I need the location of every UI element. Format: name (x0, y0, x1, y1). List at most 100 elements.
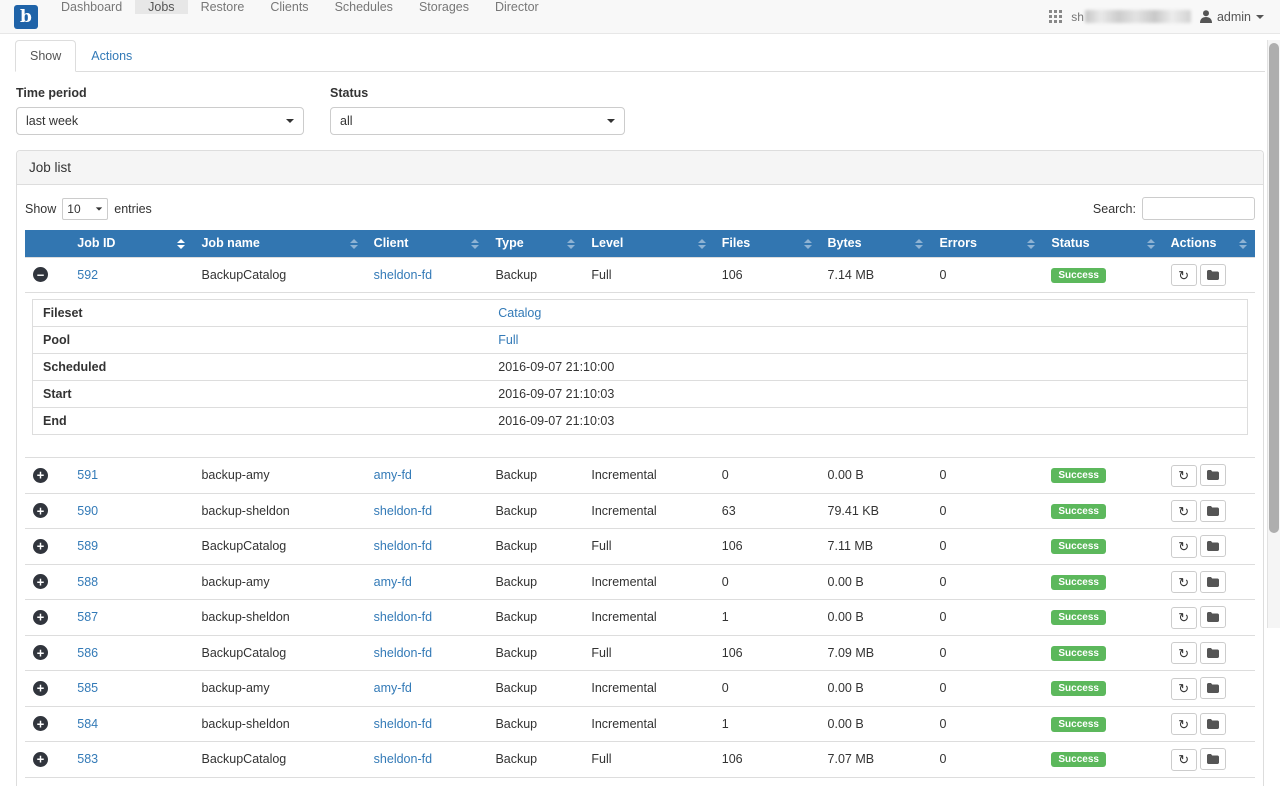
job-id-link[interactable]: 588 (77, 575, 98, 589)
job-id-link[interactable]: 583 (77, 752, 98, 766)
expand-cell: + (25, 600, 69, 636)
column-header-errors[interactable]: Errors (931, 230, 1043, 257)
status-select[interactable]: all (330, 107, 625, 135)
job-files-button[interactable] (1200, 606, 1226, 628)
client-link[interactable]: amy-fd (374, 575, 412, 589)
nav-item-storages[interactable]: Storages (406, 0, 482, 14)
user-icon (1200, 10, 1212, 23)
level-cell: Full (583, 635, 713, 671)
client-link[interactable]: sheldon-fd (374, 504, 432, 518)
rerun-job-button[interactable]: ↻ (1171, 571, 1197, 593)
client-link[interactable]: sheldon-fd (374, 646, 432, 660)
column-header-bytes[interactable]: Bytes (820, 230, 932, 257)
refresh-icon: ↻ (1178, 505, 1189, 518)
job-id-cell: 591 (69, 458, 193, 494)
client-link[interactable]: sheldon-fd (374, 539, 432, 553)
column-header-actions[interactable]: Actions (1163, 230, 1255, 257)
expand-row-icon[interactable]: + (33, 610, 48, 625)
job-id-link[interactable]: 592 (77, 268, 98, 282)
detail-value-link[interactable]: Full (498, 333, 518, 347)
job-id-link[interactable]: 587 (77, 610, 98, 624)
tab-actions[interactable]: Actions (76, 40, 147, 72)
job-files-button[interactable] (1200, 748, 1226, 770)
job-files-button[interactable] (1200, 677, 1226, 699)
time-period-filter: Time period last week (16, 86, 304, 135)
job-files-button[interactable] (1200, 571, 1226, 593)
level-cell: Incremental (583, 493, 713, 529)
job-id-link[interactable]: 589 (77, 539, 98, 553)
rerun-job-button[interactable]: ↻ (1171, 749, 1197, 771)
host-name-blurred (1085, 10, 1191, 23)
status-cell: Success (1043, 493, 1162, 529)
rerun-job-button[interactable]: ↻ (1171, 713, 1197, 735)
job-id-link[interactable]: 591 (77, 468, 98, 482)
detail-value-link[interactable]: Catalog (498, 306, 541, 320)
status-badge: Success (1051, 539, 1106, 554)
job-id-link[interactable]: 584 (77, 717, 98, 731)
client-link[interactable]: amy-fd (374, 468, 412, 482)
rerun-job-button[interactable]: ↻ (1171, 264, 1197, 286)
nav-item-dashboard[interactable]: Dashboard (48, 0, 135, 14)
rerun-job-button[interactable]: ↻ (1171, 536, 1197, 558)
entries-per-page-select[interactable]: 10 (62, 198, 108, 220)
detail-value: Full (488, 327, 1247, 353)
job-id-link[interactable]: 585 (77, 681, 98, 695)
client-link[interactable]: sheldon-fd (374, 752, 432, 766)
column-header-client[interactable]: Client (366, 230, 488, 257)
job-files-button[interactable] (1200, 500, 1226, 522)
job-files-button[interactable] (1200, 713, 1226, 735)
apps-grid-icon[interactable] (1049, 10, 1062, 23)
expand-row-icon[interactable]: + (33, 681, 48, 696)
sort-asc-icon (177, 239, 185, 243)
nav-item-clients[interactable]: Clients (257, 0, 321, 14)
column-header-status[interactable]: Status (1043, 230, 1162, 257)
expand-row-icon[interactable]: + (33, 468, 48, 483)
job-files-button[interactable] (1200, 642, 1226, 664)
client-link[interactable]: sheldon-fd (374, 610, 432, 624)
refresh-icon: ↻ (1178, 718, 1189, 731)
expand-row-icon[interactable]: + (33, 574, 48, 589)
client-link[interactable]: amy-fd (374, 681, 412, 695)
nav-item-director[interactable]: Director (482, 0, 552, 14)
scrollbar-thumb[interactable] (1269, 43, 1279, 533)
app-logo[interactable]: b (0, 0, 48, 33)
rerun-job-button[interactable]: ↻ (1171, 500, 1197, 522)
column-header-job-id[interactable]: Job ID (69, 230, 193, 257)
vertical-scrollbar[interactable] (1267, 40, 1280, 628)
expand-row-icon[interactable]: + (33, 752, 48, 767)
rerun-job-button[interactable]: ↻ (1171, 607, 1197, 629)
job-files-button[interactable] (1200, 535, 1226, 557)
expand-row-icon[interactable]: + (33, 503, 48, 518)
expand-row-icon[interactable]: + (33, 539, 48, 554)
client-link[interactable]: sheldon-fd (374, 268, 432, 282)
user-menu[interactable]: admin (1200, 10, 1264, 24)
column-header-level[interactable]: Level (583, 230, 713, 257)
time-period-select[interactable]: last week (16, 107, 304, 135)
rerun-job-button[interactable]: ↻ (1171, 642, 1197, 664)
job-id-link[interactable]: 590 (77, 504, 98, 518)
type-cell: Backup (487, 564, 583, 600)
column-header-files[interactable]: Files (714, 230, 820, 257)
expand-row-icon[interactable]: + (33, 716, 48, 731)
actions-cell: ↻ (1163, 493, 1255, 529)
collapse-row-icon[interactable]: − (33, 267, 48, 282)
bytes-cell: 0.00 B (820, 600, 932, 636)
tab-show[interactable]: Show (15, 40, 76, 72)
search-input[interactable] (1142, 197, 1255, 220)
column-header-type[interactable]: Type (487, 230, 583, 257)
expand-row-icon[interactable]: + (33, 645, 48, 660)
job-files-button[interactable] (1200, 464, 1226, 486)
rerun-job-button[interactable]: ↻ (1171, 465, 1197, 487)
client-link[interactable]: sheldon-fd (374, 717, 432, 731)
job-files-button[interactable] (1200, 264, 1226, 286)
column-header-job-name[interactable]: Job name (193, 230, 365, 257)
sort-icon (698, 239, 706, 249)
rerun-job-button[interactable]: ↻ (1171, 678, 1197, 700)
nav-item-restore[interactable]: Restore (188, 0, 258, 14)
nav-item-schedules[interactable]: Schedules (322, 0, 406, 14)
filter-bar: Time period last week Status all (16, 86, 1264, 135)
type-cell: Backup (487, 671, 583, 707)
job-id-link[interactable]: 586 (77, 646, 98, 660)
folder-icon (1207, 577, 1219, 587)
nav-item-jobs[interactable]: Jobs (135, 0, 187, 14)
